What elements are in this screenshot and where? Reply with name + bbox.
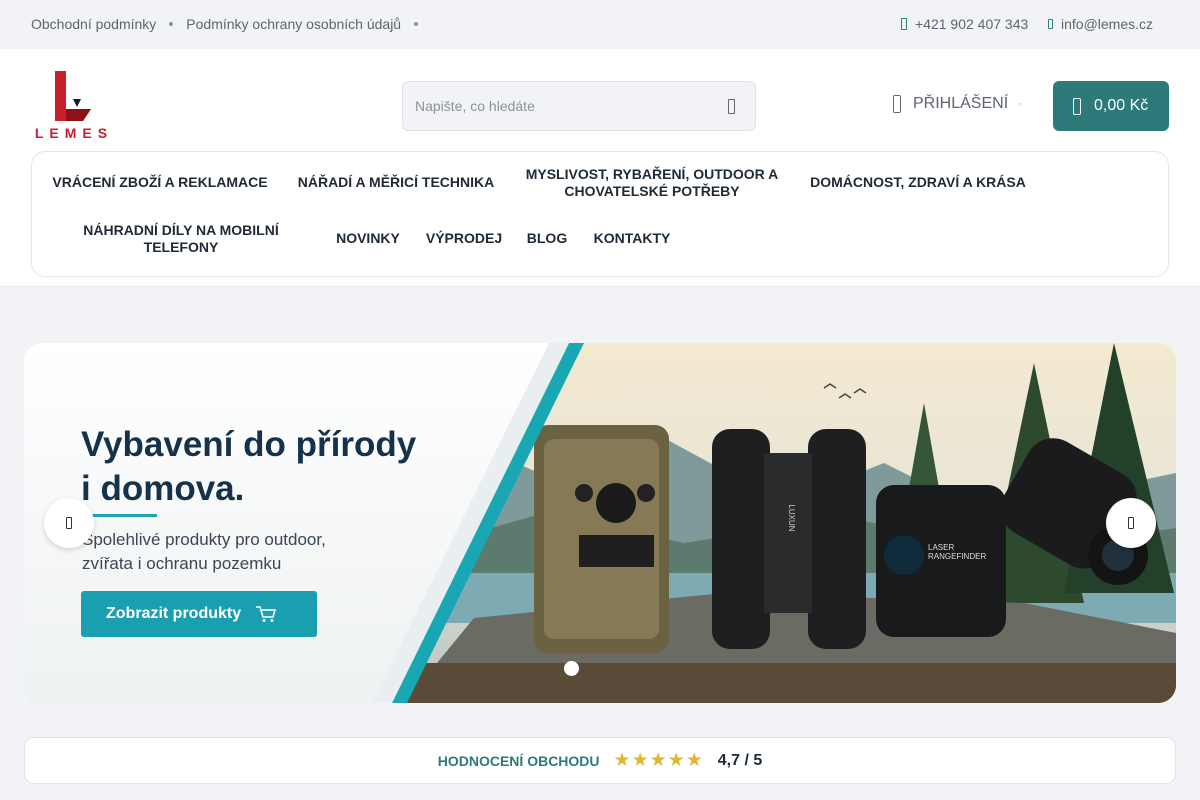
star-icon: ★ [649,750,667,771]
star-icon: ★ [685,750,703,771]
rating-stars: ★ ★ ★ ★ ★ [614,751,704,770]
logo-text: LEMES [35,125,113,141]
banner-image: LUXUN LASER RANGEFINDER [24,343,1176,703]
nav-item-contacts[interactable]: KONTAKTY [592,230,672,247]
top-bar: Obchodní podmínky Podmínky ochrany osobn… [0,0,1200,49]
phone-contact[interactable]: +421 902 407 343 [901,16,1028,32]
show-products-button[interactable]: Zobrazit produkty [81,591,317,637]
email-icon [1048,19,1053,29]
chevron-down-icon: ▫ [1018,99,1021,109]
nav-item-returns[interactable]: VRÁCENÍ ZBOŽÍ A REKLAMACE [50,174,270,191]
banner-title-line-1: Vybavení do přírody [81,425,417,464]
email-contact[interactable]: info@lemes.cz [1048,16,1153,32]
cart-total: 0,00 Kč [1094,97,1149,114]
user-icon [893,95,901,113]
star-icon: ★ [631,750,649,771]
cart-icon [256,606,277,622]
star-icon: ★ [613,750,631,771]
separator-dot [169,22,174,26]
star-icon: ★ [667,750,685,771]
phone-icon [901,18,907,30]
slider-next-button[interactable] [1106,498,1156,548]
cart-button[interactable]: 0,00 Kč [1053,81,1169,131]
chevron-right-icon [1128,517,1134,529]
login-button[interactable]: PŘIHLÁŠENÍ ▫ [893,95,1021,113]
banner-title: Vybavení do přírody i domova. [81,423,416,511]
binocular-brand: LUXUN [787,504,796,531]
terms-link[interactable]: Obchodní podmínky [31,16,156,32]
email-address: info@lemes.cz [1061,16,1154,32]
site-header: LEMES PŘIHLÁŠENÍ ▫ 0,00 Kč VRÁCENÍ ZBOŽÍ… [0,49,1200,287]
banner-title-line-2: i domova. [81,469,245,508]
nav-item-home-health[interactable]: DOMÁCNOST, ZDRAVÍ A KRÁSA [806,174,1030,191]
rating-label: HODNOCENÍ OBCHODU [437,752,600,769]
chevron-left-icon [66,517,72,529]
rating-content: HODNOCENÍ OBCHODU ★ ★ ★ ★ ★ 4,7 / 5 [25,738,1175,783]
title-underline [83,514,157,517]
search-input[interactable] [415,95,705,117]
slider-dot-active[interactable] [564,661,579,676]
slider-prev-button[interactable] [44,498,94,548]
nav-item-sale[interactable]: VÝPRODEJ [424,230,504,247]
separator-dot [414,22,419,26]
cart-icon [1073,97,1081,115]
search-box [402,81,756,131]
main-navigation: VRÁCENÍ ZBOŽÍ A REKLAMACE NÁŘADÍ A MĚŘIC… [31,151,1169,277]
nav-item-new[interactable]: NOVINKY [334,230,402,247]
phone-number: +421 902 407 343 [915,16,1029,32]
privacy-link[interactable]: Podmínky ochrany osobních údajů [186,16,401,32]
top-links: Obchodní podmínky Podmínky ochrany osobn… [31,16,431,32]
show-products-label: Zobrazit produkty [106,605,242,622]
login-label: PŘIHLÁŠENÍ [913,95,1009,112]
nav-item-tools[interactable]: NÁŘADÍ A MĚŘICÍ TECHNIKA [294,174,498,191]
search-icon[interactable] [728,99,735,114]
banner-subtitle: Spolehlivé produkty pro outdoor, zvířata… [82,528,326,576]
shop-rating-bar: HODNOCENÍ OBCHODU ★ ★ ★ ★ ★ 4,7 / 5 [24,737,1176,784]
banner-subtitle-line-1: Spolehlivé produkty pro outdoor, [82,530,326,549]
lemes-logo-mark: LEMES [35,71,113,141]
nav-item-phone-parts[interactable]: NÁHRADNÍ DÍLY NA MOBILNÍ TELEFONY [72,222,290,256]
site-logo[interactable]: LEMES [33,71,115,141]
rating-value: 4,7 / 5 [717,751,763,769]
rangefinder-label-2: RANGEFINDER [928,552,986,561]
hero-banner[interactable]: LUXUN LASER RANGEFINDER Vybavení do přír… [24,343,1176,703]
nav-item-outdoor[interactable]: MYSLIVOST, RYBAŘENÍ, OUTDOOR A CHOVATELS… [520,166,784,200]
nav-item-blog[interactable]: BLOG [526,230,568,247]
rangefinder-label-1: LASER [928,543,954,552]
banner-subtitle-line-2: zvířata i ochranu pozemku [82,554,282,573]
